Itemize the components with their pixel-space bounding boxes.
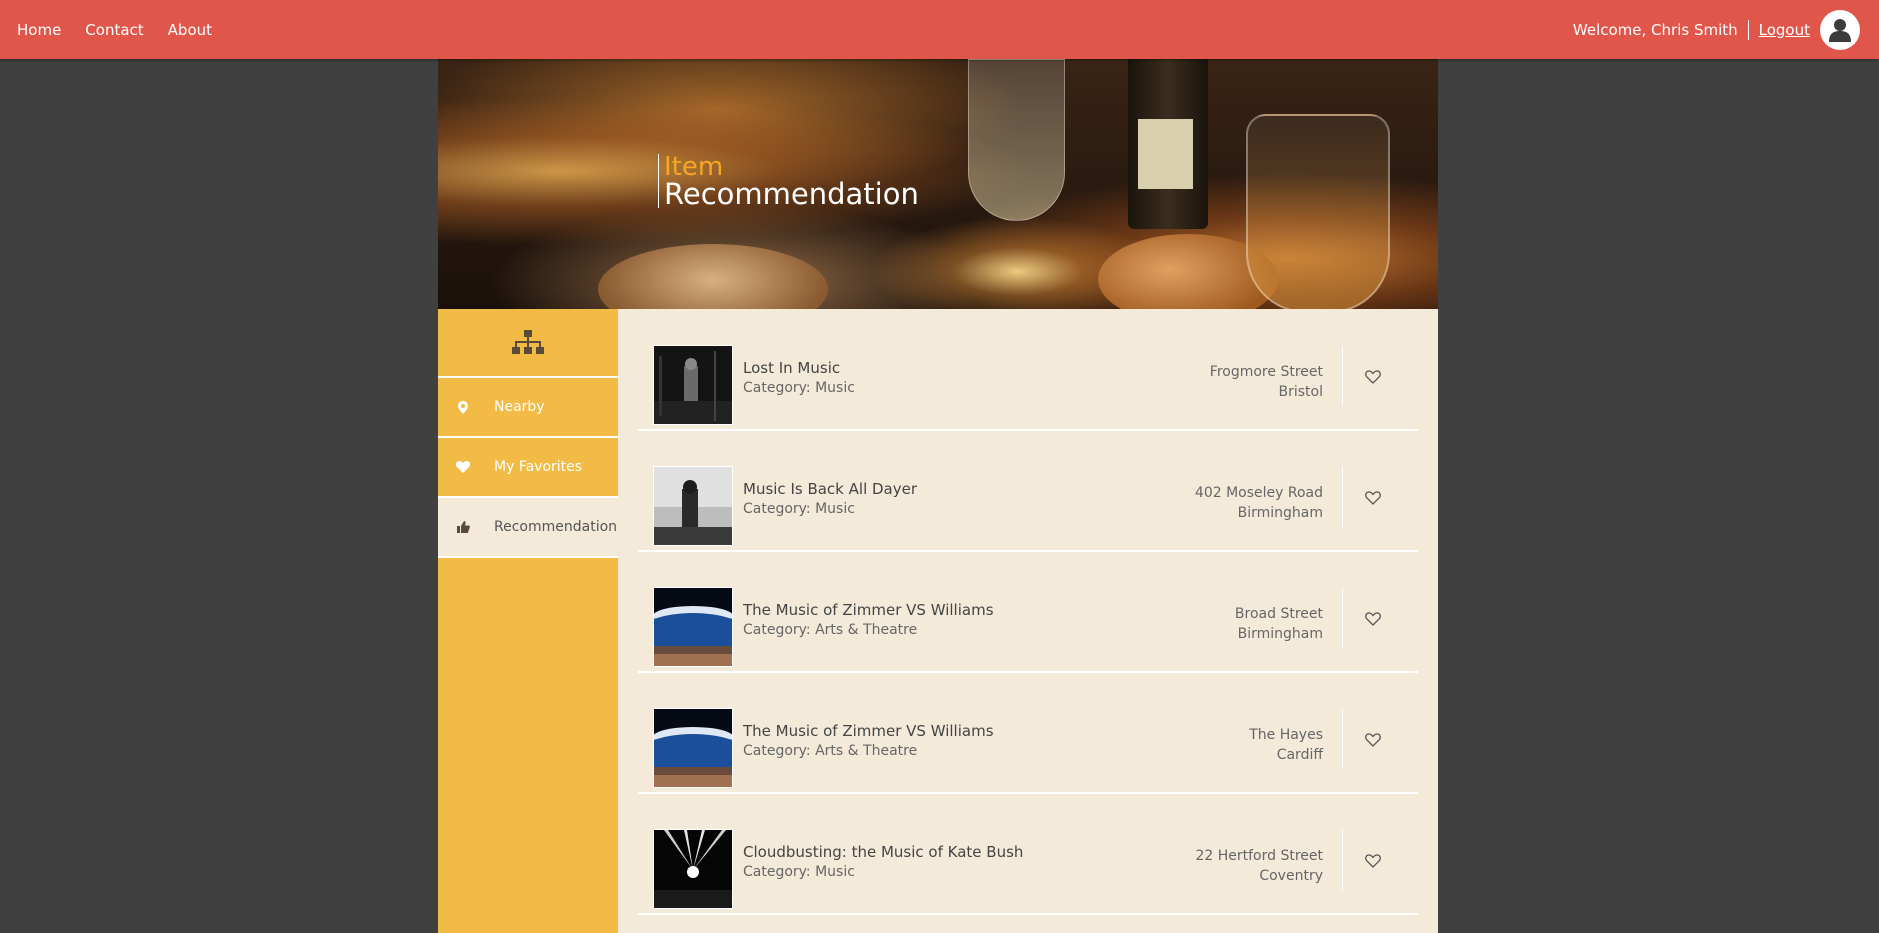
page-container: Item Recommendation Nearby My Favorites … — [438, 59, 1438, 933]
page-title: Item Recommendation — [658, 154, 919, 211]
sitemap-icon — [512, 329, 544, 354]
heart-outline-icon — [1365, 612, 1381, 626]
avatar[interactable] — [1820, 9, 1860, 50]
item-list: Lost In Music Category: Music Frogmore S… — [618, 309, 1438, 933]
list-item: The Music of Zimmer VS Williams Category… — [638, 672, 1418, 794]
item-thumbnail — [653, 345, 733, 425]
divider — [1342, 467, 1343, 527]
item-name[interactable]: The Music of Zimmer VS Williams — [743, 600, 994, 620]
divider — [1342, 709, 1343, 769]
item-address-street: The Hayes — [1249, 727, 1323, 743]
item-category: Category: Music — [743, 501, 855, 517]
user-area: Welcome, Chris Smith Logout — [1573, 0, 1860, 59]
sidebar-header — [438, 309, 618, 378]
divider — [1342, 830, 1343, 890]
sidebar-item-label: Recommendation — [494, 519, 618, 535]
nav-contact-link[interactable]: Contact — [85, 21, 143, 39]
list-item: Music Is Back All Dayer Category: Music … — [638, 430, 1418, 552]
hero-banner: Item Recommendation — [438, 59, 1438, 309]
item-address-city: Cardiff — [1276, 747, 1323, 763]
item-address-city: Bristol — [1278, 384, 1324, 400]
favorite-button[interactable] — [1365, 853, 1383, 871]
welcome-text: Welcome, Chris Smith — [1573, 19, 1749, 40]
heart-outline-icon — [1365, 370, 1381, 384]
top-navbar: Home Contact About Welcome, Chris Smith … — [0, 0, 1879, 59]
item-info: Cloudbusting: the Music of Kate Bush Cat… — [743, 842, 1023, 882]
divider — [1342, 588, 1343, 648]
sidebar-item-recommendation[interactable]: Recommendation — [438, 498, 618, 558]
item-info: The Music of Zimmer VS Williams Category… — [743, 721, 994, 761]
item-name[interactable]: The Music of Zimmer VS Williams — [743, 721, 994, 741]
nav-home-link[interactable]: Home — [17, 21, 61, 39]
favorite-button[interactable] — [1365, 732, 1383, 750]
item-address-street: Broad Street — [1234, 606, 1323, 622]
heart-outline-icon — [1365, 733, 1381, 747]
item-category: Category: Arts & Theatre — [743, 743, 918, 759]
list-item: Cloudbusting: the Music of Kate Bush Cat… — [638, 793, 1418, 915]
map-pin-icon — [456, 400, 470, 414]
heart-icon — [456, 460, 470, 474]
item-address-city: Coventry — [1259, 868, 1323, 884]
list-item: Lost In Music Category: Music Frogmore S… — [638, 309, 1418, 431]
sidebar-item-label: Nearby — [494, 399, 545, 415]
item-address-street: Frogmore Street — [1209, 364, 1323, 380]
item-category: Category: Music — [743, 380, 855, 396]
favorite-button[interactable] — [1365, 369, 1383, 387]
item-address-street: 22 Hertford Street — [1195, 848, 1323, 864]
user-icon — [1829, 18, 1851, 42]
heart-outline-icon — [1365, 854, 1381, 868]
item-address-city: Birmingham — [1237, 505, 1323, 521]
item-category: Category: Music — [743, 864, 855, 880]
sidebar-item-label: My Favorites — [494, 459, 583, 475]
item-name[interactable]: Lost In Music — [743, 358, 855, 378]
favorite-button[interactable] — [1365, 611, 1383, 629]
item-name[interactable]: Cloudbusting: the Music of Kate Bush — [743, 842, 1023, 862]
item-address-street: 402 Moseley Road — [1194, 485, 1323, 501]
sidebar-item-favorites[interactable]: My Favorites — [438, 438, 618, 498]
list-item: The Music of Zimmer VS Williams Category… — [638, 551, 1418, 673]
item-info: Music Is Back All Dayer Category: Music — [743, 479, 917, 519]
hero-bottle-label-decor — [1138, 119, 1193, 189]
main-nav: Home Contact About — [0, 0, 219, 59]
nav-about-link[interactable]: About — [168, 21, 212, 39]
sidebar-item-nearby[interactable]: Nearby — [438, 378, 618, 438]
item-info: Lost In Music Category: Music — [743, 358, 855, 398]
item-thumbnail — [653, 829, 733, 909]
item-address: Frogmore Street Bristol — [1210, 362, 1323, 402]
logout-link[interactable]: Logout — [1759, 21, 1810, 39]
favorite-button[interactable] — [1365, 490, 1383, 508]
item-info: The Music of Zimmer VS Williams Category… — [743, 600, 994, 640]
sidebar: Nearby My Favorites Recommendation — [438, 309, 618, 933]
item-address: 402 Moseley Road Birmingham — [1195, 483, 1323, 523]
item-address: 22 Hertford Street Coventry — [1195, 846, 1323, 886]
hero-plate-decor — [598, 244, 828, 309]
thumbs-up-icon — [456, 520, 470, 534]
item-thumbnail — [653, 587, 733, 667]
page-title-line2: Recommendation — [664, 177, 919, 211]
hero-glass-decor — [968, 59, 1065, 221]
item-thumbnail — [653, 708, 733, 788]
divider — [1342, 346, 1343, 406]
item-address: The Hayes Cardiff — [1249, 725, 1323, 765]
item-name[interactable]: Music Is Back All Dayer — [743, 479, 917, 499]
item-thumbnail — [653, 466, 733, 546]
item-address-city: Birmingham — [1237, 626, 1323, 642]
item-category: Category: Arts & Theatre — [743, 622, 918, 638]
hero-glass-decor — [1246, 114, 1390, 309]
item-address: Broad Street Birmingham — [1235, 604, 1323, 644]
heart-outline-icon — [1365, 491, 1381, 505]
